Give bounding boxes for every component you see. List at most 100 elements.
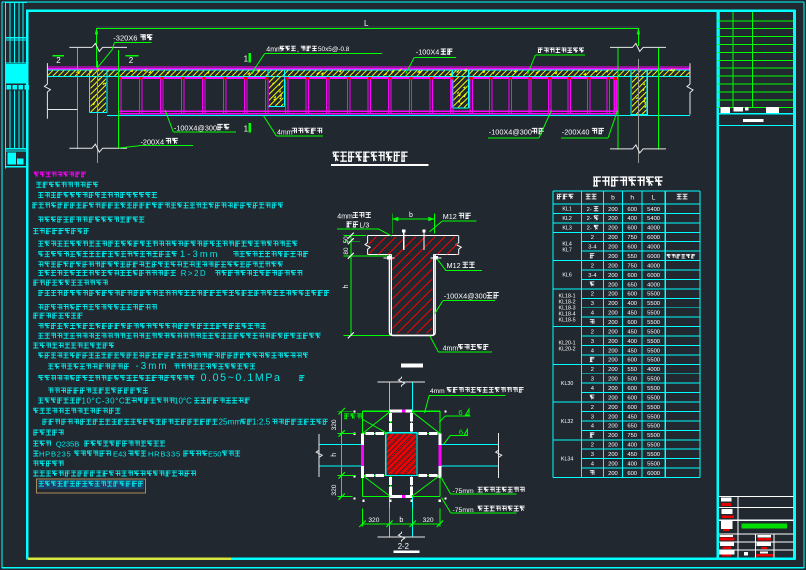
svg-text:HRB335: HRB335 [148,449,181,458]
svg-text:200: 200 [608,414,618,420]
svg-text:h: h [630,194,634,201]
svg-text:200: 200 [608,282,618,288]
svg-text:E43: E43 [113,449,127,458]
svg-text:550: 550 [627,254,637,260]
svg-text:2: 2 [591,405,594,411]
svg-text:80: 80 [343,247,350,255]
svg-text:6000: 6000 [647,471,660,477]
svg-text:200: 200 [608,386,618,392]
svg-text:25mm: 25mm [219,418,242,427]
svg-text:KL20-2: KL20-2 [559,346,576,352]
svg-text:400: 400 [627,443,637,449]
svg-text:5500: 5500 [647,461,660,467]
svg-text:200: 200 [608,395,618,401]
svg-text:5500: 5500 [647,311,660,317]
svg-text:5400: 5400 [647,216,660,222]
svg-text:HPB235: HPB235 [39,449,71,458]
svg-text:750: 750 [627,263,637,269]
svg-text:-100X4@300: -100X4@300 [489,127,532,136]
svg-text:400: 400 [627,216,637,222]
svg-text:4mm: 4mm [266,46,282,53]
svg-text:5500: 5500 [647,443,660,449]
svg-text:5500: 5500 [647,292,660,298]
svg-text:h: h [343,285,350,289]
svg-text:200: 200 [608,405,618,411]
svg-text:KL7: KL7 [562,247,571,253]
svg-text:200: 200 [608,377,618,383]
svg-text:L: L [364,19,369,28]
svg-text:750: 750 [627,433,637,439]
svg-text:200: 200 [608,433,618,439]
svg-text:650: 650 [627,282,637,288]
svg-text:200: 200 [608,339,618,345]
svg-text:50: 50 [343,236,350,244]
svg-text:L: L [652,194,656,201]
svg-text:h: h [331,453,338,457]
svg-text:600: 600 [627,226,637,232]
svg-text:KL32: KL32 [561,419,573,425]
svg-text:200: 200 [608,461,618,467]
svg-text:5500: 5500 [647,395,660,401]
svg-text:200: 200 [608,452,618,458]
svg-text:b: b [399,517,403,524]
svg-text:200: 200 [608,311,618,317]
svg-text:400: 400 [627,339,637,345]
svg-text:200: 200 [608,292,618,298]
svg-text:200: 200 [608,226,618,232]
svg-text:4000: 4000 [647,282,660,288]
svg-text:200: 200 [608,367,618,373]
svg-text:-320X6: -320X6 [113,34,137,43]
svg-text:5500: 5500 [647,386,660,392]
svg-text:600: 600 [627,395,637,401]
svg-text:450: 450 [627,348,637,354]
svg-text:4mm: 4mm [277,129,293,136]
svg-text:KL6: KL6 [562,273,571,279]
svg-text:10°C-30°C: 10°C-30°C [82,396,126,405]
svg-text:2: 2 [591,329,594,335]
svg-text:600: 600 [627,273,637,279]
svg-text:,: , [297,46,299,53]
svg-text:2-: 2- [587,226,592,232]
svg-text:-200X40: -200X40 [562,127,590,136]
svg-text:5500: 5500 [647,358,660,364]
svg-text:2: 2 [591,367,594,373]
svg-text:3: 3 [591,339,594,345]
svg-text:5400: 5400 [647,207,660,213]
svg-text:-3mm: -3mm [136,361,169,372]
svg-text:200: 200 [608,443,618,449]
svg-text:10°C: 10°C [174,396,192,405]
svg-text:4mm: 4mm [430,388,445,395]
svg-text:200: 200 [608,263,618,269]
svg-text:200: 200 [608,424,618,430]
svg-text:2-2: 2-2 [398,542,409,551]
svg-text:2-: 2- [587,207,592,213]
svg-text:320: 320 [368,517,379,524]
svg-text:200: 200 [608,216,618,222]
svg-text:2-: 2- [587,216,592,222]
svg-text:4000: 4000 [647,245,660,251]
svg-text:200: 200 [608,348,618,354]
svg-text:KL18-5: KL18-5 [559,318,576,324]
svg-text:KL3: KL3 [562,226,571,232]
svg-text:200: 200 [608,207,618,213]
svg-text:600: 600 [627,471,637,477]
svg-text:-100X4@300: -100X4@300 [444,292,487,301]
svg-text:5500: 5500 [647,329,660,335]
svg-text:600: 600 [627,320,637,326]
svg-text:500: 500 [627,377,637,383]
svg-text:600: 600 [627,292,637,298]
svg-text:1: 1 [244,55,249,64]
svg-text:5500: 5500 [647,377,660,383]
svg-text:4000: 4000 [647,226,660,232]
svg-text:5500: 5500 [647,348,660,354]
svg-text:600: 600 [627,386,637,392]
svg-text:50x5@-0.8: 50x5@-0.8 [318,46,350,53]
svg-text:2: 2 [591,263,594,269]
svg-text:KL1: KL1 [562,207,571,213]
svg-text:5500: 5500 [647,320,660,326]
svg-text:450: 450 [627,452,637,458]
svg-text:4mm: 4mm [337,213,353,220]
svg-text:200: 200 [608,273,618,279]
svg-text:200: 200 [608,235,618,241]
svg-text:320: 320 [331,419,338,430]
